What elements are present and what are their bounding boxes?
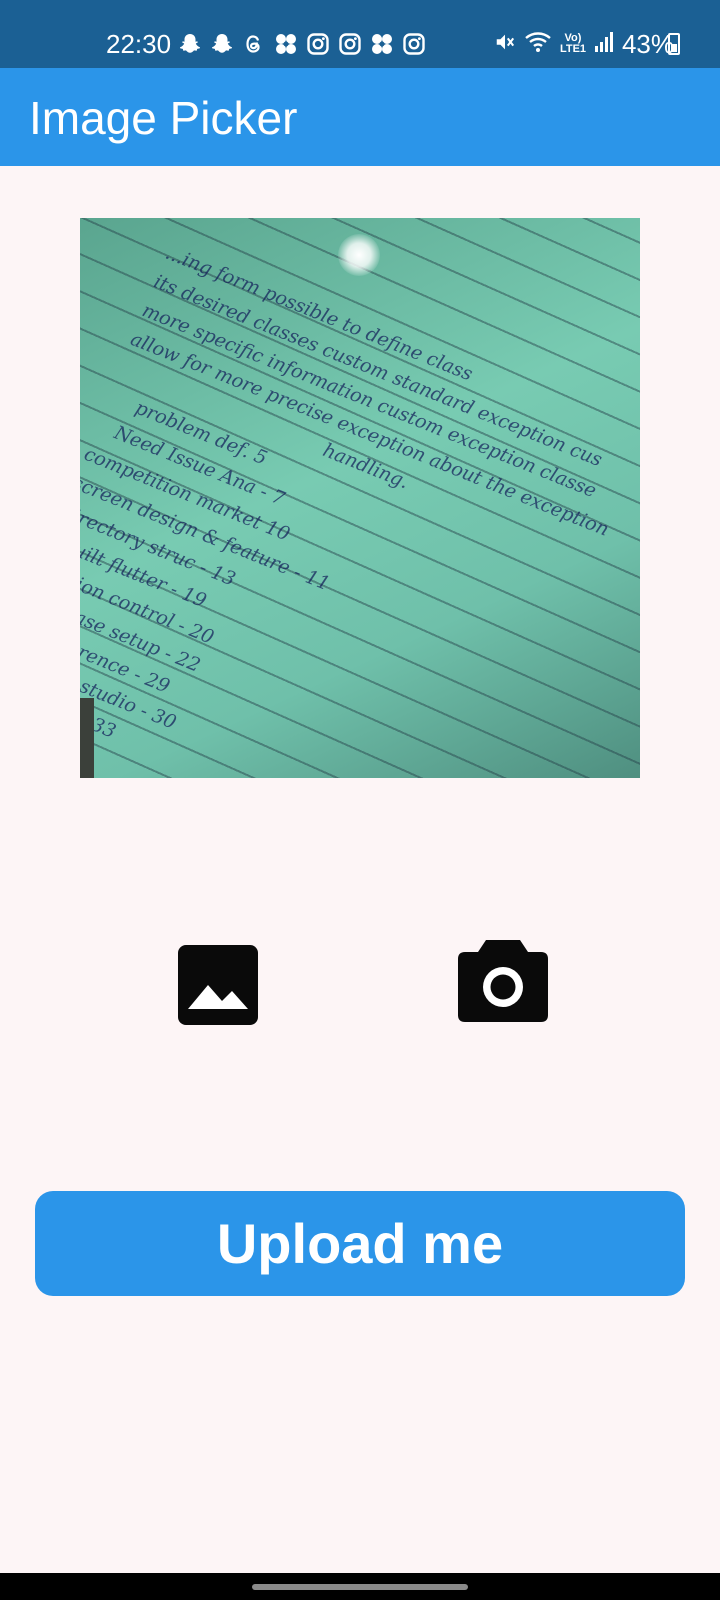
home-handle[interactable] <box>252 1584 468 1590</box>
threads-icon <box>242 32 266 56</box>
navigation-bar <box>0 1573 720 1600</box>
battery-percent: 43% <box>621 29 674 59</box>
app-title: Image Picker <box>29 92 298 144</box>
system-status: Vo) LTE1 43% <box>494 27 674 61</box>
image-icon <box>178 945 258 1025</box>
app-icon <box>370 32 394 56</box>
mute-icon <box>494 27 516 61</box>
status-time: 22:30 <box>106 29 172 59</box>
instagram-icon <box>306 32 330 56</box>
selected-image-preview: ...ing form possible to define class its… <box>80 218 640 778</box>
snapchat-icon <box>210 32 234 56</box>
instagram-icon <box>338 32 362 56</box>
status-bar: 22:30 Vo) LTE1 43% <box>0 0 720 68</box>
camera-button[interactable] <box>458 940 548 1022</box>
instagram-icon <box>402 32 426 56</box>
notification-icons <box>178 32 426 56</box>
app-bar: Image Picker <box>0 68 720 166</box>
gallery-button[interactable] <box>178 945 258 1025</box>
app-icon <box>274 32 298 56</box>
battery-icon <box>668 33 680 55</box>
signal-icon <box>594 27 614 61</box>
snapchat-icon <box>178 32 202 56</box>
camera-icon <box>458 940 548 1022</box>
upload-button[interactable]: Upload me <box>35 1191 685 1296</box>
wifi-icon <box>524 27 552 61</box>
network-label: Vo) LTE1 <box>559 32 587 55</box>
